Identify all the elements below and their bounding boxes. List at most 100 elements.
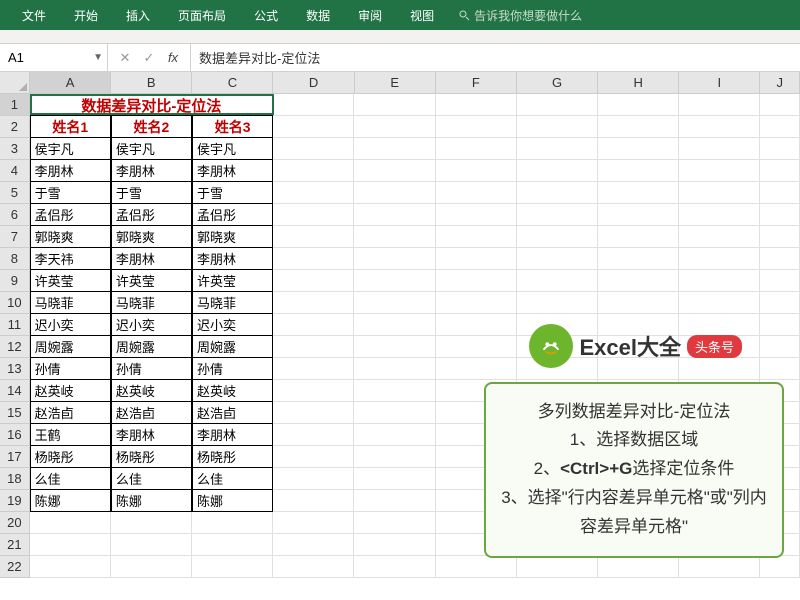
row-header-22[interactable]: 22 — [0, 556, 30, 578]
cell-D19[interactable] — [273, 490, 354, 512]
cell-D1[interactable] — [273, 94, 354, 116]
cell-A17[interactable]: 杨晓彤 — [30, 446, 111, 468]
cell-B13[interactable]: 孙倩 — [111, 358, 192, 380]
cell-C13[interactable]: 孙倩 — [192, 358, 273, 380]
cell-F8[interactable] — [436, 248, 517, 270]
cell-C8[interactable]: 李朋林 — [192, 248, 273, 270]
row-header-8[interactable]: 8 — [0, 248, 30, 270]
cell-B10[interactable]: 马晓菲 — [111, 292, 192, 314]
cell-A14[interactable]: 赵英岐 — [30, 380, 111, 402]
cell-F12[interactable] — [436, 336, 517, 358]
cell-E10[interactable] — [354, 292, 435, 314]
cell-A15[interactable]: 赵浩卣 — [30, 402, 111, 424]
cell-C11[interactable]: 迟小奕 — [192, 314, 273, 336]
cell-C9[interactable]: 许英莹 — [192, 270, 273, 292]
cell-H4[interactable] — [598, 160, 679, 182]
cell-F1[interactable] — [436, 94, 517, 116]
cell-D20[interactable] — [273, 512, 354, 534]
ribbon-tab-5[interactable]: 数据 — [292, 0, 344, 30]
cell-F6[interactable] — [436, 204, 517, 226]
cell-H22[interactable] — [598, 556, 679, 578]
cell-E5[interactable] — [354, 182, 435, 204]
cell-G2[interactable] — [517, 116, 598, 138]
cell-J12[interactable] — [760, 336, 800, 358]
cell-F5[interactable] — [436, 182, 517, 204]
row-header-3[interactable]: 3 — [0, 138, 30, 160]
row-header-6[interactable]: 6 — [0, 204, 30, 226]
column-header-G[interactable]: G — [517, 72, 598, 93]
cell-I2[interactable] — [679, 116, 760, 138]
cell-A4[interactable]: 李朋林 — [30, 160, 111, 182]
column-header-D[interactable]: D — [273, 72, 354, 93]
cell-I5[interactable] — [679, 182, 760, 204]
row-header-20[interactable]: 20 — [0, 512, 30, 534]
cell-B17[interactable]: 杨晓彤 — [111, 446, 192, 468]
cell-B11[interactable]: 迟小奕 — [111, 314, 192, 336]
row-header-15[interactable]: 15 — [0, 402, 30, 424]
cell-C16[interactable]: 李朋林 — [192, 424, 273, 446]
cell-G3[interactable] — [517, 138, 598, 160]
row-header-5[interactable]: 5 — [0, 182, 30, 204]
row-header-21[interactable]: 21 — [0, 534, 30, 556]
row-header-13[interactable]: 13 — [0, 358, 30, 380]
column-header-H[interactable]: H — [598, 72, 679, 93]
cell-I9[interactable] — [679, 270, 760, 292]
cell-C18[interactable]: 么佳 — [192, 468, 273, 490]
row-header-2[interactable]: 2 — [0, 116, 30, 138]
cell-B12[interactable]: 周婉露 — [111, 336, 192, 358]
cell-B19[interactable]: 陈娜 — [111, 490, 192, 512]
row-header-1[interactable]: 1 — [0, 94, 30, 116]
cell-G5[interactable] — [517, 182, 598, 204]
cell-F7[interactable] — [436, 226, 517, 248]
cell-A13[interactable]: 孙倩 — [30, 358, 111, 380]
ribbon-tab-3[interactable]: 页面布局 — [164, 0, 240, 30]
row-header-9[interactable]: 9 — [0, 270, 30, 292]
ribbon-tab-4[interactable]: 公式 — [240, 0, 292, 30]
cell-H8[interactable] — [598, 248, 679, 270]
cell-C3[interactable]: 侯宇凡 — [192, 138, 273, 160]
cell-A11[interactable]: 迟小奕 — [30, 314, 111, 336]
cell-F3[interactable] — [436, 138, 517, 160]
cell-A20[interactable] — [30, 512, 111, 534]
cell-D6[interactable] — [273, 204, 354, 226]
cell-D16[interactable] — [273, 424, 354, 446]
cell-D3[interactable] — [273, 138, 354, 160]
cell-E19[interactable] — [354, 490, 435, 512]
cell-C15[interactable]: 赵浩卣 — [192, 402, 273, 424]
formula-input[interactable]: 数据差异对比-定位法 — [191, 48, 800, 67]
cell-C19[interactable]: 陈娜 — [192, 490, 273, 512]
cell-C10[interactable]: 马晓菲 — [192, 292, 273, 314]
cell-J10[interactable] — [760, 292, 800, 314]
cell-B21[interactable] — [111, 534, 192, 556]
cell-H9[interactable] — [598, 270, 679, 292]
cell-J13[interactable] — [760, 358, 800, 380]
cell-F22[interactable] — [436, 556, 517, 578]
cell-B14[interactable]: 赵英岐 — [111, 380, 192, 402]
cell-J7[interactable] — [760, 226, 800, 248]
row-header-10[interactable]: 10 — [0, 292, 30, 314]
cell-I4[interactable] — [679, 160, 760, 182]
title-cell[interactable]: 数据差异对比-定位法 — [30, 94, 273, 116]
cell-J4[interactable] — [760, 160, 800, 182]
cell-G6[interactable] — [517, 204, 598, 226]
cell-F2[interactable] — [436, 116, 517, 138]
column-header-C[interactable]: C — [192, 72, 273, 93]
cell-B16[interactable]: 李朋林 — [111, 424, 192, 446]
column-header-I[interactable]: I — [679, 72, 760, 93]
cell-A12[interactable]: 周婉露 — [30, 336, 111, 358]
cell-E3[interactable] — [354, 138, 435, 160]
cell-E7[interactable] — [354, 226, 435, 248]
row-header-19[interactable]: 19 — [0, 490, 30, 512]
cell-A10[interactable]: 马晓菲 — [30, 292, 111, 314]
cell-D5[interactable] — [273, 182, 354, 204]
cell-F13[interactable] — [436, 358, 517, 380]
column-header-B[interactable]: B — [111, 72, 192, 93]
cell-C14[interactable]: 赵英岐 — [192, 380, 273, 402]
cell-A9[interactable]: 许英莹 — [30, 270, 111, 292]
cell-E12[interactable] — [354, 336, 435, 358]
cell-A22[interactable] — [30, 556, 111, 578]
cell-G10[interactable] — [517, 292, 598, 314]
cell-A16[interactable]: 王鹤 — [30, 424, 111, 446]
cell-E15[interactable] — [354, 402, 435, 424]
cell-C12[interactable]: 周婉露 — [192, 336, 273, 358]
